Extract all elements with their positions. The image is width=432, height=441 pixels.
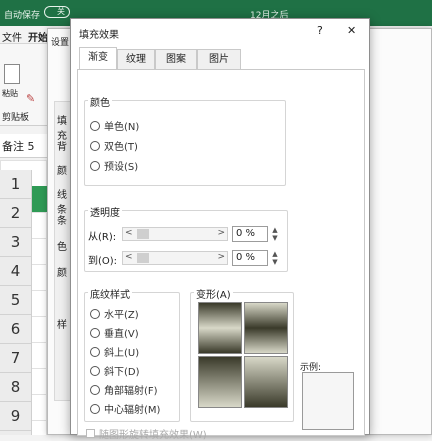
checkbox-icon (86, 429, 95, 438)
shading-styles-legend: 底纹样式 (88, 286, 132, 301)
dialog-title-bar: 填充效果 ? ✕ (71, 19, 369, 45)
variants-legend: 变形(A) (194, 286, 233, 301)
row-number[interactable]: 1 (0, 170, 31, 199)
tab-texture[interactable]: 纹理 (117, 49, 155, 69)
colors-legend: 颜色 (88, 94, 112, 109)
chevron-left-icon[interactable]: < (125, 228, 133, 238)
autosave-label: 自动保存 (4, 11, 41, 21)
row-number[interactable]: 3 (0, 228, 31, 257)
radio-circle-icon (90, 403, 100, 414)
back-dialog-title: 设置 (51, 38, 70, 48)
radio-diagonal-up[interactable]: 斜上(U) (90, 344, 139, 359)
radio-label: 单色(N) (104, 122, 140, 133)
from-label: 从(R): (88, 232, 117, 243)
format-painter-icon[interactable]: ✎ (26, 92, 35, 105)
autosave-toggle[interactable]: 关 (44, 6, 70, 18)
back-label: 颜 (57, 268, 67, 279)
variant-swatch[interactable] (244, 302, 288, 354)
row-number[interactable]: 5 (0, 286, 31, 315)
help-button[interactable]: ? (317, 24, 323, 37)
clipboard-group-label: 剪贴板 (2, 113, 30, 123)
slider-thumb[interactable] (137, 253, 149, 263)
radio-label: 水平(Z) (104, 310, 139, 321)
row-number[interactable]: 9 (0, 402, 31, 431)
row-number[interactable]: 2 (0, 199, 31, 228)
chevron-right-icon[interactable]: > (217, 252, 225, 262)
radio-circle-icon (90, 365, 100, 376)
radio-from-corner[interactable]: 角部辐射(F) (90, 382, 158, 397)
radio-label: 角部辐射(F) (104, 386, 158, 397)
row-number[interactable]: 6 (0, 315, 31, 344)
row-number[interactable]: 4 (0, 257, 31, 286)
variant-swatch[interactable] (198, 356, 242, 408)
radio-label: 双色(T) (104, 142, 138, 153)
radio-circle-icon (90, 160, 100, 171)
radio-two-colors[interactable]: 双色(T) (90, 138, 138, 153)
from-slider[interactable]: < > (122, 227, 228, 241)
tab-file[interactable]: 文件 (2, 29, 22, 44)
radio-circle-icon (90, 327, 100, 338)
slider-thumb[interactable] (137, 229, 149, 239)
name-box[interactable]: 备注 5 (2, 138, 35, 154)
radio-label: 中心辐射(M) (104, 405, 161, 416)
tab-gradient[interactable]: 渐变 (79, 47, 117, 70)
from-spinner[interactable]: ▲ ▼ (270, 226, 280, 242)
chevron-right-icon[interactable]: > (217, 228, 225, 238)
tab-picture[interactable]: 图片 (197, 49, 241, 69)
gradient-panel: 颜色 单色(N) 双色(T) 预设(S) 透明度 从(R): < > 0 % ▲… (77, 69, 365, 441)
back-label: 颜 (57, 166, 67, 177)
to-label: 到(O): (88, 256, 118, 267)
row-number[interactable]: 7 (0, 344, 31, 373)
checkbox-label: 随图形旋转填充效果(W) (99, 430, 207, 441)
radio-horizontal[interactable]: 水平(Z) (90, 306, 139, 321)
variant-swatch[interactable] (244, 356, 288, 408)
radio-label: 垂直(V) (104, 329, 139, 340)
back-label: 背 (57, 142, 67, 153)
chevron-left-icon[interactable]: < (125, 252, 133, 262)
tab-pattern[interactable]: 图案 (155, 49, 197, 69)
radio-circle-icon (90, 140, 100, 151)
radio-circle-icon (90, 120, 100, 131)
close-button[interactable]: ✕ (347, 24, 356, 37)
tab-home[interactable]: 开始 (28, 29, 48, 44)
to-percent-input[interactable]: 0 % (232, 250, 268, 266)
from-percent-input[interactable]: 0 % (232, 226, 268, 242)
radio-label: 预设(S) (104, 162, 139, 173)
back-label: 样 (57, 320, 67, 331)
paste-icon[interactable] (4, 64, 20, 84)
fill-effects-dialog: 填充效果 ? ✕ 渐变 纹理 图案 图片 ↖ 颜色 单色(N) 双色(T) 预设… (70, 18, 370, 441)
rotate-fill-checkbox[interactable]: 随图形旋转填充效果(W) (86, 426, 207, 441)
transparency-legend: 透明度 (88, 204, 122, 219)
radio-from-center[interactable]: 中心辐射(M) (90, 401, 160, 416)
back-label: 条 (57, 216, 67, 227)
radio-circle-icon (90, 384, 100, 395)
radio-label: 斜上(U) (104, 348, 140, 359)
radio-preset[interactable]: 预设(S) (90, 158, 138, 173)
back-label: 色 (57, 242, 67, 253)
radio-one-color[interactable]: 单色(N) (90, 118, 139, 133)
to-spinner[interactable]: ▲ ▼ (270, 250, 280, 266)
row-number[interactable]: 8 (0, 373, 31, 402)
radio-vertical[interactable]: 垂直(V) (90, 325, 139, 340)
sample-preview (302, 372, 354, 430)
paste-label: 粘贴 (2, 89, 18, 98)
radio-diagonal-down[interactable]: 斜下(D) (90, 363, 140, 378)
dialog-title: 填充效果 (79, 30, 119, 41)
row-header: 1 2 3 4 5 6 7 8 9 (0, 170, 32, 435)
to-slider[interactable]: < > (122, 251, 228, 265)
radio-circle-icon (90, 308, 100, 319)
radio-label: 斜下(D) (104, 367, 140, 378)
variant-swatch[interactable] (198, 302, 242, 354)
radio-circle-icon (90, 346, 100, 357)
